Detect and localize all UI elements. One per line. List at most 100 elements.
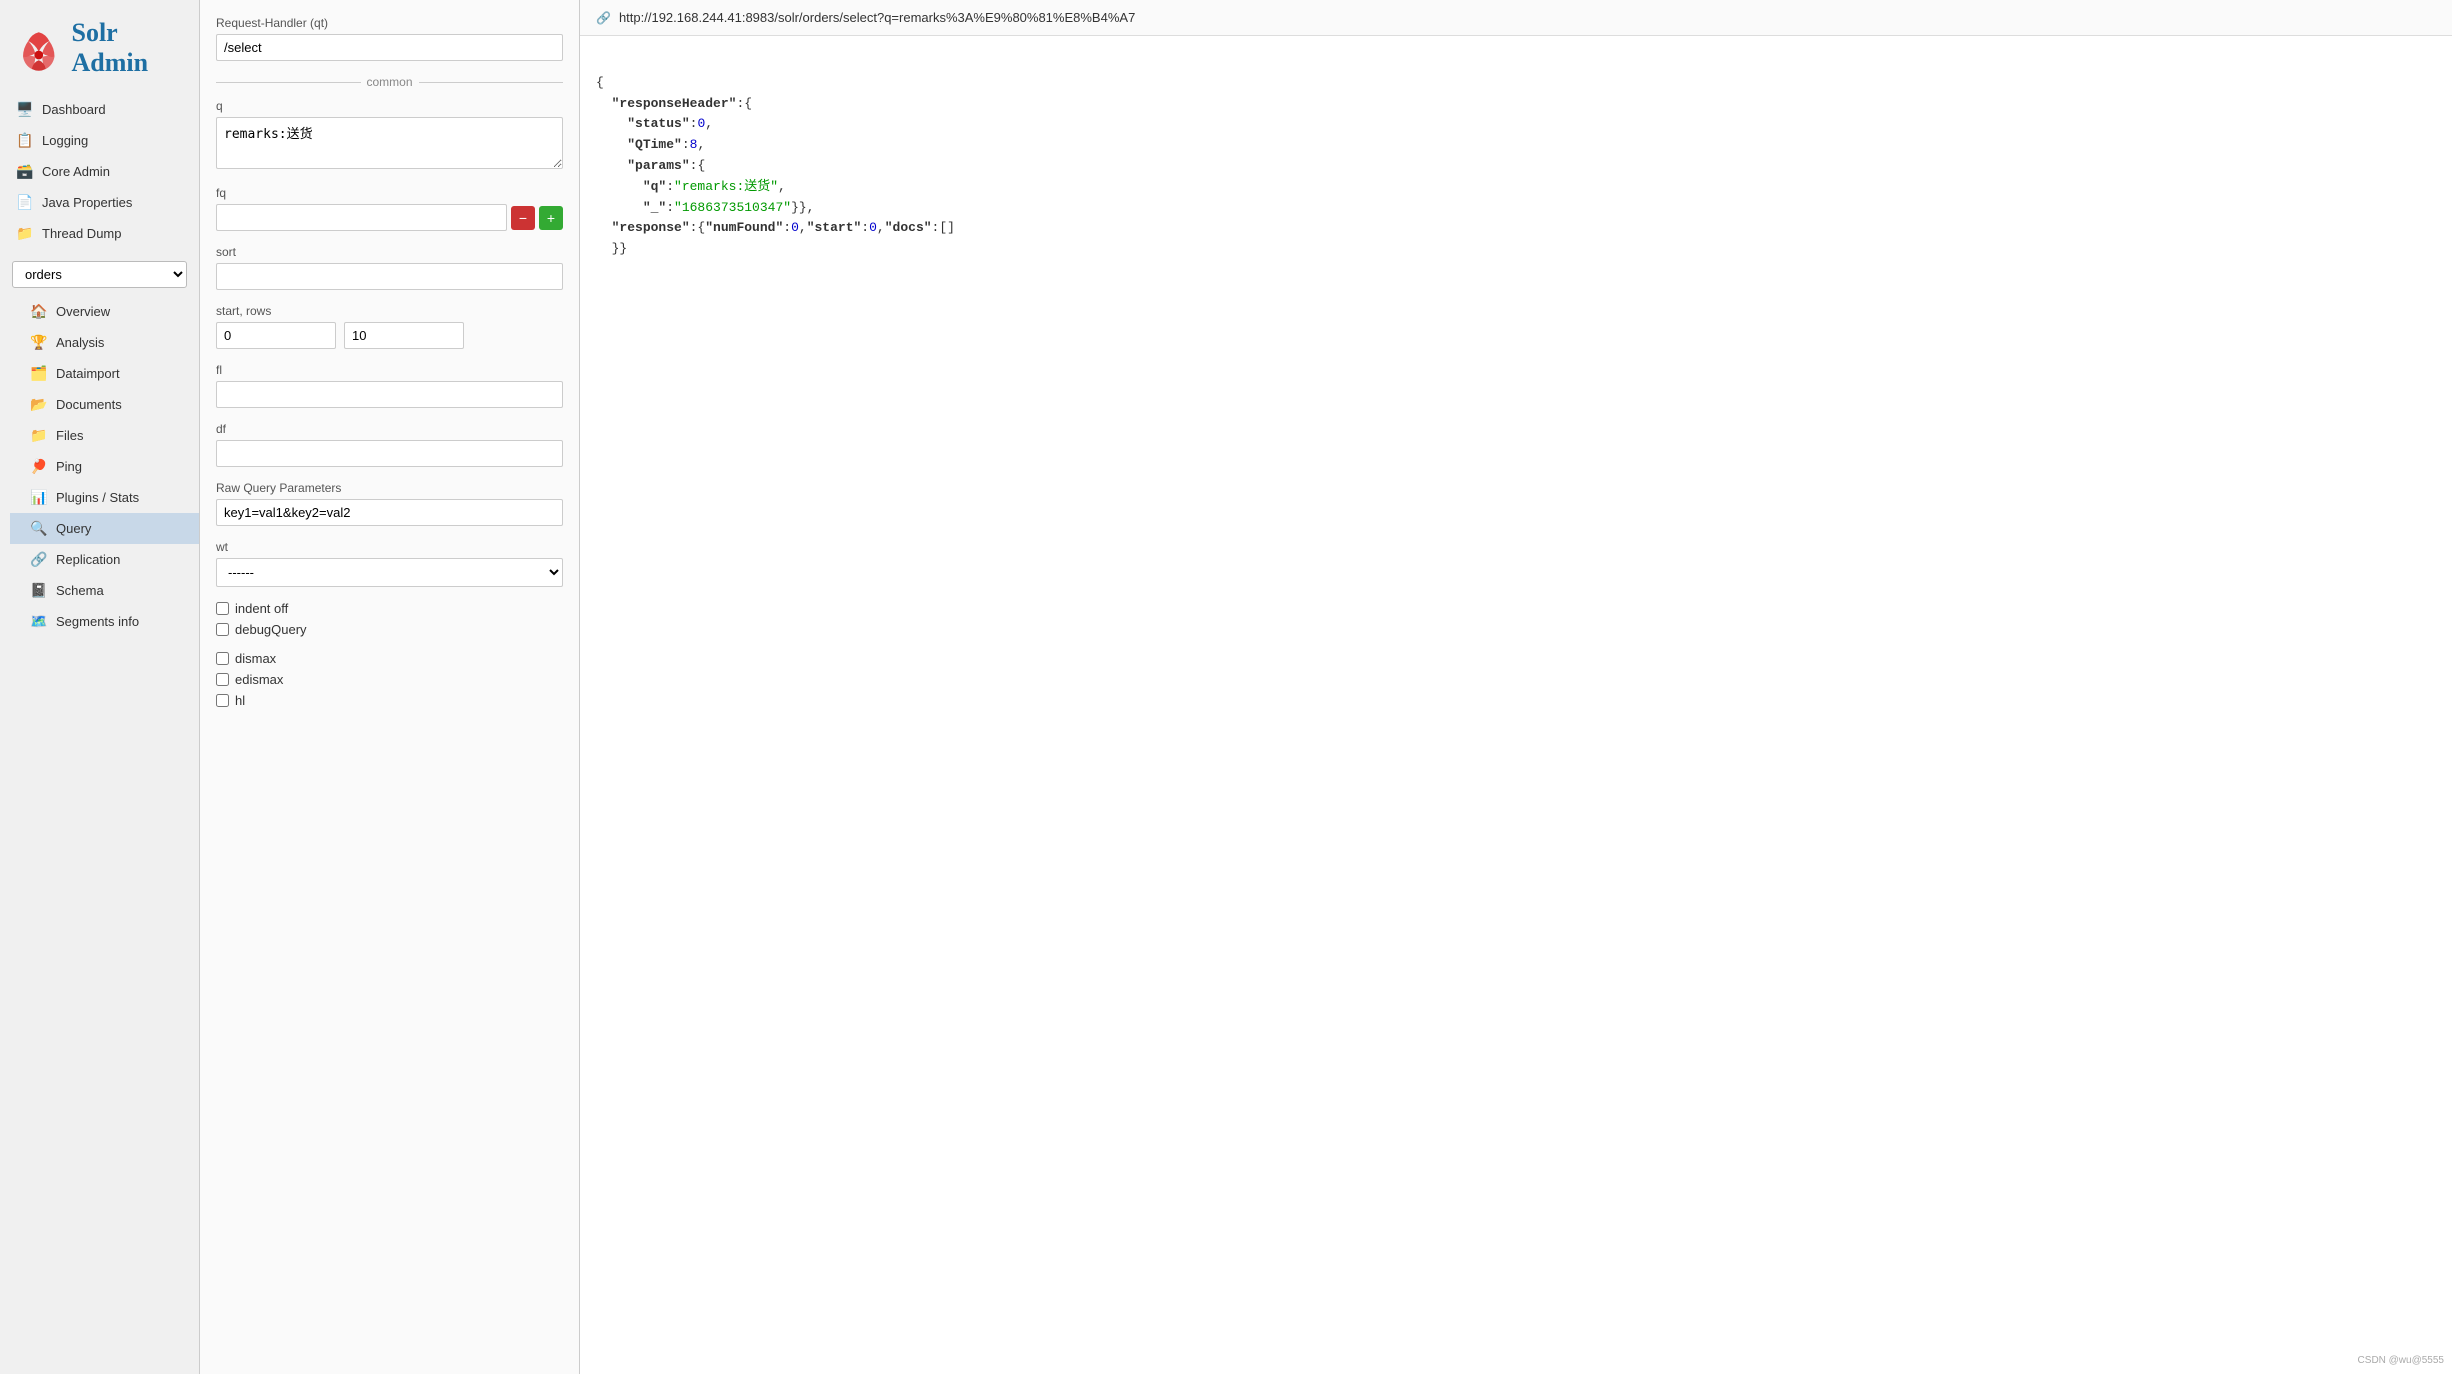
sidebar-item-replication[interactable]: 🔗 Replication <box>10 544 199 575</box>
hl-checkbox[interactable] <box>216 694 229 707</box>
sidebar-item-label: Dashboard <box>42 102 106 117</box>
fq-remove-button[interactable]: − <box>511 206 535 230</box>
sidebar-item-dataimport[interactable]: 🗂️ Dataimport <box>10 358 199 389</box>
fl-input[interactable] <box>216 381 563 408</box>
request-handler-input[interactable] <box>216 34 563 61</box>
q-label: q <box>216 99 563 113</box>
sidebar-item-label: Overview <box>56 304 110 319</box>
debug-query-label[interactable]: debugQuery <box>235 622 307 637</box>
sidebar-item-schema[interactable]: 📓 Schema <box>10 575 199 606</box>
json-output: { "responseHeader":{ "status":0, "QTime"… <box>580 36 2452 1374</box>
edismax-checkbox[interactable] <box>216 673 229 686</box>
sort-group: sort <box>216 245 563 290</box>
sidebar-item-query[interactable]: 🔍 Query <box>10 513 199 544</box>
q-group: q <box>216 99 563 172</box>
start-input[interactable] <box>216 322 336 349</box>
overview-icon: 🏠 <box>30 303 48 320</box>
logging-icon: 📋 <box>16 132 34 149</box>
thread-dump-icon: 📁 <box>16 225 34 242</box>
sidebar-item-core-admin[interactable]: 🗃️ Core Admin <box>0 156 199 187</box>
ping-icon: 🏓 <box>30 458 48 475</box>
sidebar: Solr Admin 🖥️ Dashboard 📋 Logging 🗃️ Cor… <box>0 0 200 1374</box>
solr-logo-icon <box>16 22 62 74</box>
sidebar-item-files[interactable]: 📁 Files <box>10 420 199 451</box>
sidebar-item-label: Schema <box>56 583 104 598</box>
start-rows-label: start, rows <box>216 304 563 318</box>
indent-off-row: indent off <box>216 601 563 616</box>
url-bar: 🔗 http://192.168.244.41:8983/solr/orders… <box>580 0 2452 36</box>
fl-group: fl <box>216 363 563 408</box>
raw-query-input[interactable] <box>216 499 563 526</box>
plugins-icon: 📊 <box>30 489 48 506</box>
hl-row: hl <box>216 693 563 708</box>
main-content: Request-Handler (qt) common q fq − + sor… <box>200 0 2452 1374</box>
sidebar-item-dashboard[interactable]: 🖥️ Dashboard <box>0 94 199 125</box>
checkboxes-group: indent off debugQuery <box>216 601 563 637</box>
fq-add-button[interactable]: + <box>539 206 563 230</box>
sidebar-item-segments-info[interactable]: 🗺️ Segments info <box>10 606 199 637</box>
sidebar-item-plugins-stats[interactable]: 📊 Plugins / Stats <box>10 482 199 513</box>
dashboard-icon: 🖥️ <box>16 101 34 118</box>
sidebar-item-label: Replication <box>56 552 120 567</box>
sidebar-item-label: Ping <box>56 459 82 474</box>
start-rows-group: start, rows <box>216 304 563 349</box>
sort-input[interactable] <box>216 263 563 290</box>
fq-row: − + <box>216 204 563 231</box>
documents-icon: 📂 <box>30 396 48 413</box>
segments-icon: 🗺️ <box>30 613 48 630</box>
sidebar-item-overview[interactable]: 🏠 Overview <box>10 296 199 327</box>
request-handler-group: Request-Handler (qt) <box>216 16 563 61</box>
query-panel: Request-Handler (qt) common q fq − + sor… <box>200 0 580 1374</box>
dataimport-icon: 🗂️ <box>30 365 48 382</box>
sidebar-item-label: Plugins / Stats <box>56 490 139 505</box>
sidebar-item-analysis[interactable]: 🏆 Analysis <box>10 327 199 358</box>
watermark: CSDN @wu@5555 <box>2358 1355 2444 1366</box>
result-url: http://192.168.244.41:8983/solr/orders/s… <box>619 10 1135 25</box>
q-input[interactable] <box>216 117 563 169</box>
collection-select[interactable]: orders <box>12 261 187 288</box>
rows-input[interactable] <box>344 322 464 349</box>
url-icon: 🔗 <box>596 11 611 25</box>
hl-label[interactable]: hl <box>235 693 245 708</box>
java-props-icon: 📄 <box>16 194 34 211</box>
debug-query-checkbox[interactable] <box>216 623 229 636</box>
indent-off-checkbox[interactable] <box>216 602 229 615</box>
sidebar-item-thread-dump[interactable]: 📁 Thread Dump <box>0 218 199 249</box>
sort-label: sort <box>216 245 563 259</box>
app-title: Solr Admin <box>72 18 184 78</box>
sidebar-item-java-properties[interactable]: 📄 Java Properties <box>0 187 199 218</box>
sidebar-item-label: Segments info <box>56 614 139 629</box>
result-panel: 🔗 http://192.168.244.41:8983/solr/orders… <box>580 0 2452 1374</box>
start-rows-row <box>216 322 563 349</box>
edismax-label[interactable]: edismax <box>235 672 283 687</box>
sidebar-item-label: Files <box>56 428 83 443</box>
fq-input[interactable] <box>216 204 507 231</box>
logo-area: Solr Admin <box>0 0 199 90</box>
wt-select[interactable]: ------ json xml csv python <box>216 558 563 587</box>
common-section-label: common <box>367 75 413 89</box>
dismax-checkbox[interactable] <box>216 652 229 665</box>
df-input[interactable] <box>216 440 563 467</box>
df-group: df <box>216 422 563 467</box>
indent-off-label[interactable]: indent off <box>235 601 288 616</box>
query-icon: 🔍 <box>30 520 48 537</box>
df-label: df <box>216 422 563 436</box>
sidebar-item-label: Dataimport <box>56 366 120 381</box>
sidebar-item-label: Query <box>56 521 91 536</box>
sidebar-item-logging[interactable]: 📋 Logging <box>0 125 199 156</box>
common-section-header: common <box>216 75 563 89</box>
sidebar-item-label: Documents <box>56 397 122 412</box>
global-nav: 🖥️ Dashboard 📋 Logging 🗃️ Core Admin 📄 J… <box>0 90 199 253</box>
dismax-label[interactable]: dismax <box>235 651 276 666</box>
sidebar-item-ping[interactable]: 🏓 Ping <box>10 451 199 482</box>
sidebar-item-label: Logging <box>42 133 88 148</box>
wt-label: wt <box>216 540 563 554</box>
core-admin-icon: 🗃️ <box>16 163 34 180</box>
sidebar-item-documents[interactable]: 📂 Documents <box>10 389 199 420</box>
wt-group: wt ------ json xml csv python <box>216 540 563 587</box>
dismax-row: dismax <box>216 651 563 666</box>
request-handler-label: Request-Handler (qt) <box>216 16 563 30</box>
sidebar-item-label: Java Properties <box>42 195 132 210</box>
files-icon: 📁 <box>30 427 48 444</box>
sidebar-item-label: Analysis <box>56 335 104 350</box>
